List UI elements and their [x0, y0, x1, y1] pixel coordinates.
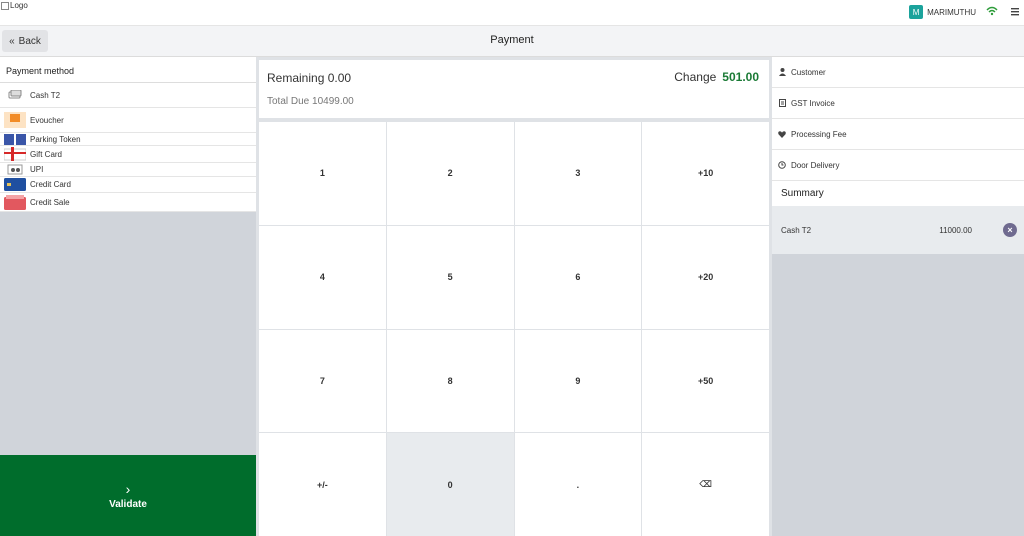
- logo-image-icon: [1, 1, 9, 10]
- change-value: 501.00: [722, 70, 759, 84]
- payment-center-panel: Remaining 0.00 Total Due 10499.00 Change…: [256, 57, 772, 536]
- change-amount: Change 501.00: [674, 70, 759, 84]
- gst-invoice-label: GST Invoice: [791, 98, 835, 108]
- total-due: Total Due 10499.00: [267, 96, 354, 107]
- remaining-amount: Remaining 0.00: [267, 71, 351, 85]
- payment-method-label: Evoucher: [30, 115, 64, 125]
- numpad: 1 2 3 +10 4 5 6 +20 7 8 9 +50 +/- 0 . ⌫: [259, 122, 769, 536]
- numpad-key-0[interactable]: 0: [386, 433, 514, 536]
- payment-method-label: Gift Card: [30, 149, 63, 159]
- upi-icon: [4, 163, 26, 177]
- user-menu[interactable]: M MARIMUTHU: [909, 5, 976, 19]
- numpad-key-plus-20[interactable]: +20: [642, 225, 769, 329]
- clock-icon: [778, 161, 786, 169]
- summary-heading: Summary: [772, 181, 1024, 206]
- door-delivery-label: Door Delivery: [791, 160, 840, 170]
- payment-method-parking-token[interactable]: Parking Token: [0, 133, 256, 146]
- screen-header: « Back Payment: [0, 26, 1024, 57]
- numpad-key-plus-50[interactable]: +50: [642, 329, 769, 433]
- payment-method-cash-t2[interactable]: Cash T2: [0, 83, 256, 108]
- numpad-key-plus-10[interactable]: +10: [642, 122, 769, 225]
- backspace-icon[interactable]: ⌫: [642, 433, 769, 536]
- chevron-right-icon: ›: [125, 481, 131, 497]
- wifi-icon: [986, 6, 998, 16]
- payment-method-panel: Payment method Cash T2 Evoucher Parking …: [0, 57, 256, 536]
- heart-icon: [778, 130, 786, 138]
- gift-card-icon: [4, 147, 26, 161]
- total-due-value: 10499.00: [312, 96, 354, 107]
- avatar: M: [909, 5, 924, 19]
- user-name: MARIMUTHU: [927, 7, 976, 17]
- parking-token-icon: [4, 132, 26, 146]
- user-icon: [778, 68, 786, 76]
- change-label: Change: [674, 70, 717, 84]
- numpad-key-6[interactable]: 6: [514, 225, 642, 329]
- numpad-key-4[interactable]: 4: [259, 225, 386, 329]
- total-due-label: Total Due: [267, 96, 310, 107]
- processing-fee-label: Processing Fee: [791, 129, 847, 139]
- payment-method-heading: Payment method: [0, 57, 256, 83]
- payment-method-label: Credit Sale: [30, 197, 70, 207]
- invoice-icon: [778, 99, 786, 107]
- validate-button[interactable]: › Validate: [0, 455, 256, 536]
- numpad-key-8[interactable]: 8: [386, 329, 514, 433]
- payment-method-gift-card[interactable]: Gift Card: [0, 146, 256, 163]
- payment-method-upi[interactable]: UPI: [0, 163, 256, 177]
- remaining-value: 0.00: [327, 71, 352, 85]
- door-delivery-button[interactable]: Door Delivery: [772, 150, 1024, 181]
- payment-method-label: Parking Token: [30, 134, 81, 144]
- remaining-label: Remaining: [267, 71, 325, 85]
- numpad-key-9[interactable]: 9: [514, 329, 642, 433]
- credit-sale-icon: [4, 194, 26, 210]
- payment-method-label: Cash T2: [30, 90, 61, 100]
- summary-amount: 11000.00: [939, 225, 972, 235]
- payment-method-credit-sale[interactable]: Credit Sale: [0, 193, 256, 212]
- top-bar: Logo M MARIMUTHU: [0, 0, 1024, 26]
- remove-line-button[interactable]: ×: [1003, 223, 1017, 237]
- hamburger-menu-icon[interactable]: [1009, 6, 1021, 18]
- numpad-key-plus-minus[interactable]: +/-: [259, 433, 386, 536]
- gst-invoice-button[interactable]: GST Invoice: [772, 88, 1024, 119]
- payment-method-label: Credit Card: [30, 180, 71, 189]
- page-title: Payment: [490, 34, 534, 46]
- options-panel: Customer GST Invoice Processing Fee Door…: [772, 57, 1024, 536]
- amount-display: Remaining 0.00 Total Due 10499.00 Change…: [259, 60, 769, 118]
- numpad-key-2[interactable]: 2: [386, 122, 514, 225]
- customer-label: Customer: [791, 67, 826, 77]
- numpad-key-5[interactable]: 5: [386, 225, 514, 329]
- numpad-key-7[interactable]: 7: [259, 329, 386, 433]
- credit-card-icon: [4, 178, 26, 192]
- logo: Logo: [1, 1, 28, 10]
- summary-line[interactable]: Cash T2 11000.00 ×: [772, 206, 1024, 254]
- customer-button[interactable]: Customer: [772, 57, 1024, 88]
- numpad-key-3[interactable]: 3: [514, 122, 642, 225]
- numpad-key-1[interactable]: 1: [259, 122, 386, 225]
- logo-text: Logo: [10, 1, 28, 10]
- payment-method-evoucher[interactable]: Evoucher: [0, 108, 256, 133]
- payment-method-credit-card[interactable]: Credit Card: [0, 177, 256, 193]
- validate-label: Validate: [109, 499, 147, 510]
- payment-method-label: UPI: [30, 165, 44, 174]
- evoucher-icon: [4, 112, 26, 128]
- processing-fee-button[interactable]: Processing Fee: [772, 119, 1024, 150]
- cash-icon: [4, 88, 26, 102]
- close-icon: ×: [1007, 225, 1013, 235]
- numpad-key-decimal[interactable]: .: [514, 433, 642, 536]
- summary-method: Cash T2: [781, 225, 812, 235]
